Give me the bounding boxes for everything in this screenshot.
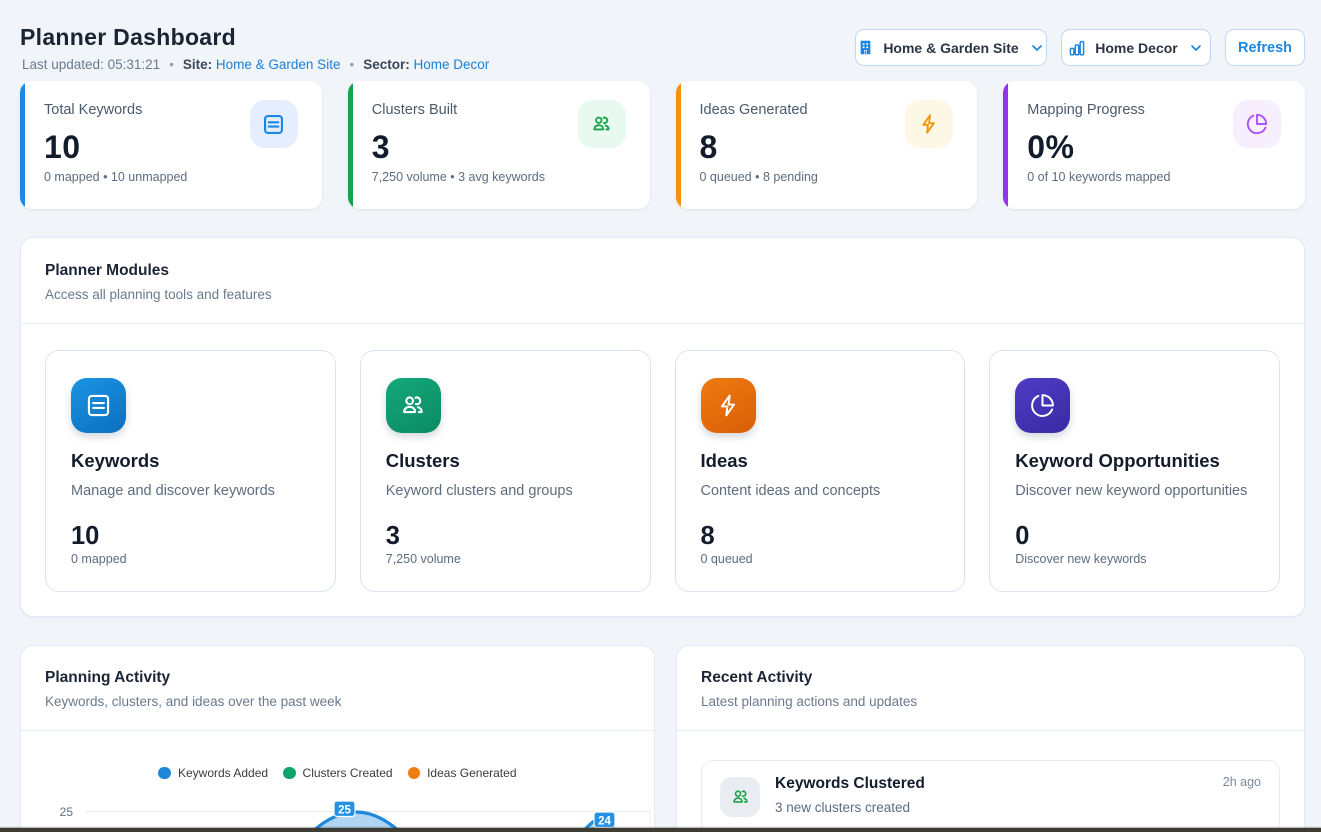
svg-text:24: 24 — [598, 816, 611, 828]
svg-text:25: 25 — [60, 805, 74, 819]
svg-text:25: 25 — [338, 805, 351, 817]
